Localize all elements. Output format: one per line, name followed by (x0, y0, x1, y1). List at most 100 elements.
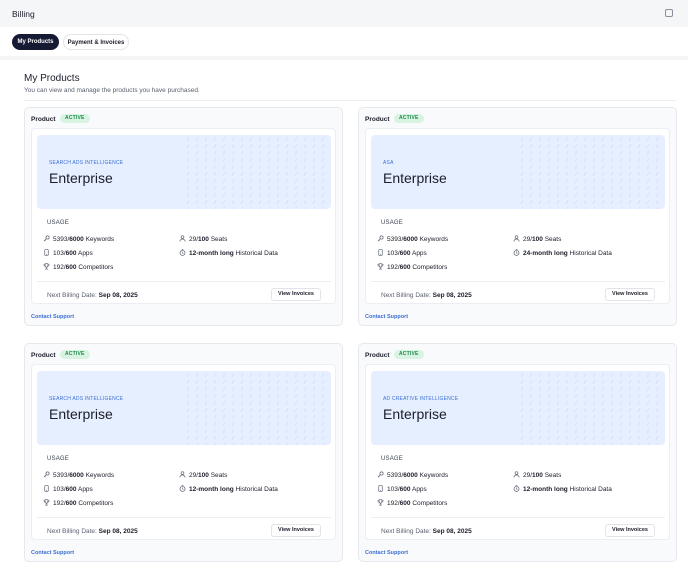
billing-label: Next Billing Date: (47, 528, 97, 535)
keywords-total: 6000 (403, 472, 418, 479)
keywords-total: 6000 (69, 236, 84, 243)
next-billing: Next Billing Date: Sep 08, 2025 (381, 292, 472, 299)
seats-label: Seats (544, 472, 562, 479)
competitors-metric: 192/600 Competitors (43, 263, 113, 271)
window-icon[interactable] (665, 9, 673, 17)
product-details: SEARCH ADS INTELLIGENCE Enterprise USAGE… (31, 364, 336, 540)
keywords-metric: 5393/6000 Keywords (43, 471, 114, 479)
competitors-label: Competitors (412, 500, 448, 507)
plan-banner: SEARCH ADS INTELLIGENCE Enterprise (37, 371, 331, 445)
apps-used: 103 (387, 486, 398, 493)
trophy-icon (377, 499, 384, 506)
apps-label: Apps (411, 486, 427, 493)
seats-metric: 29/100 Seats (179, 235, 227, 243)
keywords-label: Keywords (85, 472, 115, 479)
contact-support-link[interactable]: Contact Support (31, 550, 74, 556)
status-badge: ACTIVE (394, 114, 424, 123)
product-details: ASA Enterprise USAGE 5393/6000 Keywords … (365, 128, 670, 304)
usage-heading: USAGE (381, 456, 404, 462)
history-label: Historical Data (235, 250, 278, 257)
page-subtitle: You can view and manage the products you… (24, 87, 200, 94)
clock-icon (513, 249, 520, 256)
keywords-metric: 5393/6000 Keywords (377, 235, 448, 243)
user-icon (179, 471, 186, 478)
billing-date: Sep 08, 2025 (432, 292, 472, 299)
view-invoices-button[interactable]: View Invoices (605, 288, 655, 301)
apps-total: 600 (65, 486, 77, 493)
competitors-total: 600 (65, 264, 77, 271)
plan-banner: AD CREATIVE INTELLIGENCE Enterprise (371, 371, 665, 445)
key-icon (43, 235, 50, 242)
product-details: AD CREATIVE INTELLIGENCE Enterprise USAG… (365, 364, 670, 540)
key-icon (377, 471, 384, 478)
clock-icon (513, 485, 520, 492)
key-icon (377, 235, 384, 242)
history-period: 24-month long (523, 250, 568, 257)
plan-name: Enterprise (383, 406, 447, 422)
contact-support-link[interactable]: Contact Support (31, 314, 74, 320)
product-card-2: Product ACTIVE ASA Enterprise USAGE 5393… (358, 107, 677, 326)
user-icon (513, 235, 520, 242)
apps-label: Apps (411, 250, 427, 257)
history-period: 12-month long (189, 486, 234, 493)
history-metric: 12-month long Historical Data (179, 249, 278, 257)
keywords-metric: 5393/6000 Keywords (43, 235, 114, 243)
apps-metric: 103/600 Apps (377, 249, 427, 257)
product-label: Product (365, 116, 390, 123)
clock-icon (179, 485, 186, 492)
clock-icon (179, 249, 186, 256)
product-card-1: Product ACTIVE SEARCH ADS INTELLIGENCE E… (24, 107, 343, 326)
plan-banner: ASA Enterprise (371, 135, 665, 209)
next-billing: Next Billing Date: Sep 08, 2025 (47, 528, 138, 535)
phone-icon (378, 485, 383, 492)
contact-support-link[interactable]: Contact Support (365, 550, 408, 556)
keywords-metric: 5393/6000 Keywords (377, 471, 448, 479)
keywords-used: 5393 (53, 236, 68, 243)
phone-icon (378, 249, 383, 256)
history-label: Historical Data (569, 250, 612, 257)
billing-date: Sep 08, 2025 (98, 292, 138, 299)
user-icon (513, 471, 520, 478)
product-name: AD CREATIVE INTELLIGENCE (383, 396, 459, 402)
product-card-4: Product ACTIVE AD CREATIVE INTELLIGENCE … (358, 343, 677, 562)
next-billing: Next Billing Date: Sep 08, 2025 (47, 292, 138, 299)
competitors-label: Competitors (412, 264, 448, 271)
competitors-used: 192 (53, 500, 64, 507)
history-period: 12-month long (523, 486, 568, 493)
seats-total: 100 (198, 236, 209, 243)
view-invoices-button[interactable]: View Invoices (271, 524, 321, 537)
competitors-metric: 192/600 Competitors (43, 499, 113, 507)
seats-total: 100 (532, 236, 543, 243)
phone-icon (44, 249, 49, 256)
competitors-used: 192 (387, 264, 398, 271)
product-name: SEARCH ADS INTELLIGENCE (49, 396, 124, 402)
apps-used: 103 (53, 250, 64, 257)
status-badge: ACTIVE (394, 350, 424, 359)
competitors-total: 600 (399, 500, 411, 507)
view-invoices-button[interactable]: View Invoices (271, 288, 321, 301)
seats-total: 100 (532, 472, 543, 479)
view-invoices-button[interactable]: View Invoices (605, 524, 655, 537)
billing-date: Sep 08, 2025 (432, 528, 472, 535)
history-label: Historical Data (569, 486, 612, 493)
tab-payment-invoices[interactable]: Payment & Invoices (63, 34, 129, 50)
apps-metric: 103/600 Apps (43, 485, 93, 493)
plan-name: Enterprise (383, 170, 447, 186)
phone-icon (44, 485, 49, 492)
competitors-label: Competitors (78, 264, 114, 271)
next-billing: Next Billing Date: Sep 08, 2025 (381, 528, 472, 535)
apps-total: 600 (65, 250, 77, 257)
page-header-title: Billing (12, 9, 35, 19)
seats-label: Seats (544, 236, 562, 243)
competitors-used: 192 (53, 264, 64, 271)
product-name: SEARCH ADS INTELLIGENCE (49, 160, 124, 166)
top-bar: Billing (0, 0, 688, 27)
contact-support-link[interactable]: Contact Support (365, 314, 408, 320)
product-label: Product (365, 352, 390, 359)
apps-metric: 103/600 Apps (43, 249, 93, 257)
trophy-icon (43, 499, 50, 506)
apps-total: 600 (399, 486, 411, 493)
tab-my-products[interactable]: My Products (12, 34, 59, 50)
keywords-used: 5393 (387, 236, 402, 243)
product-details: SEARCH ADS INTELLIGENCE Enterprise USAGE… (31, 128, 336, 304)
